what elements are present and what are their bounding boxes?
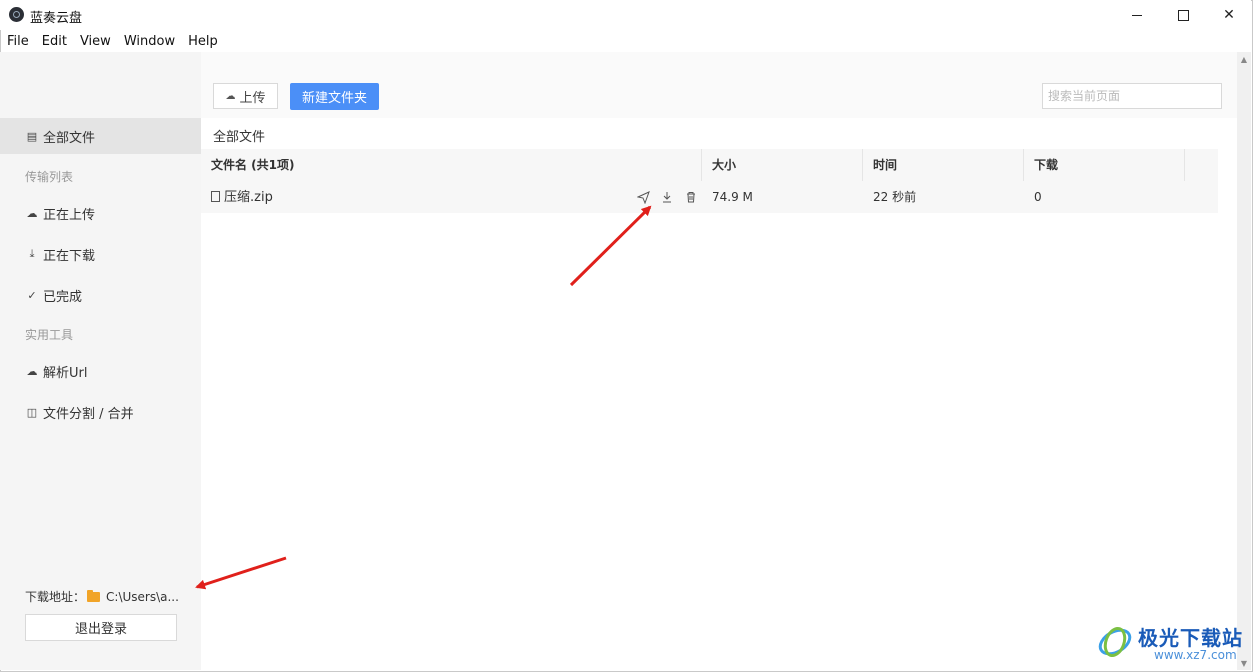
close-button[interactable]: ✕ (1206, 0, 1252, 30)
watermark-logo-icon (1098, 626, 1132, 658)
sidebar-item-split-merge[interactable]: ◫ 文件分割 / 合并 (0, 394, 201, 430)
row-actions (631, 181, 703, 213)
upload-button[interactable]: ☁ 上传 (213, 83, 278, 109)
close-icon: ✕ (1223, 7, 1235, 23)
watermark: 极光下载站 www.xz7.com (1094, 618, 1244, 668)
toolbar: ☁ 上传 新建文件夹 (201, 52, 1237, 118)
file-icon (211, 191, 220, 202)
cell-time: 22 秒前 (873, 190, 917, 204)
sidebar-item-downloading[interactable]: ⤓ 正在下载 (0, 236, 201, 272)
menu-file[interactable]: File (0, 32, 35, 52)
sidebar-item-parse-url[interactable]: ☁ 解析Url (0, 353, 201, 389)
sidebar-item-label: 解析Url (43, 365, 88, 381)
column-header-time[interactable]: 时间 (863, 149, 1024, 181)
sidebar-item-label: 正在上传 (43, 207, 96, 223)
table-row[interactable]: 压缩.zip 74.9 M 22 秒前 0 (201, 181, 1218, 213)
table-header: 文件名 (共1项) 大小 时间 下载 (201, 149, 1218, 182)
download-icon[interactable] (655, 187, 679, 207)
download-icon: ⤓ (29, 247, 35, 260)
sidebar-item-label: 正在下载 (43, 248, 96, 264)
cell-name: 压缩.zip (201, 181, 631, 213)
minimize-button[interactable] (1114, 0, 1160, 30)
cloud-icon: ☁ (26, 364, 38, 378)
file-icon: ▤ (26, 129, 38, 143)
menu-bar: File Edit View Window Help (0, 32, 224, 52)
sidebar-item-label: 全部文件 (43, 130, 96, 146)
check-circle-icon: ✓ (27, 288, 37, 302)
download-path-value[interactable]: C:\Users\a... (106, 590, 179, 604)
sidebar-group-tools: 实用工具 (25, 328, 74, 342)
scroll-up-icon[interactable]: ▲ (1237, 52, 1251, 66)
upload-cloud-icon: ☁ (225, 90, 236, 102)
logout-button[interactable]: 退出登录 (25, 614, 177, 641)
upload-cloud-icon: ☁ (26, 206, 38, 220)
sidebar-group-transfer: 传输列表 (25, 170, 74, 184)
app-logo-icon (9, 7, 24, 22)
search-input[interactable] (1042, 83, 1222, 109)
column-header-name[interactable]: 文件名 (共1项) (201, 149, 702, 181)
folder-icon (87, 589, 101, 602)
download-path-label: 下载地址： (25, 590, 86, 604)
cell-downloads: 0 (1034, 190, 1042, 204)
sidebar: ▤ 全部文件 传输列表 ☁ 正在上传 ⤓ 正在下载 ✓ 已完成 实用工具 ☁ 解… (0, 52, 201, 670)
minimize-icon (1132, 14, 1142, 16)
delete-icon[interactable] (679, 187, 703, 207)
share-icon[interactable] (631, 187, 655, 207)
cell-size: 74.9 M (712, 190, 753, 204)
column-header-downloads[interactable]: 下载 (1024, 149, 1185, 181)
sidebar-item-label: 文件分割 / 合并 (43, 406, 134, 422)
sidebar-item-completed[interactable]: ✓ 已完成 (0, 277, 201, 313)
maximize-button[interactable] (1160, 0, 1206, 30)
menu-help[interactable]: Help (181, 32, 224, 52)
title-bar: 蓝奏云盘 ✕ (0, 0, 1251, 30)
new-folder-button[interactable]: 新建文件夹 (290, 83, 379, 110)
watermark-text: 极光下载站 (1138, 626, 1243, 650)
column-header-size[interactable]: 大小 (702, 149, 863, 181)
sidebar-item-uploading[interactable]: ☁ 正在上传 (0, 195, 201, 231)
split-icon: ◫ (26, 405, 38, 419)
maximize-icon (1177, 9, 1189, 21)
file-name[interactable]: 压缩.zip (224, 190, 273, 205)
download-path: 下载地址： C:\Users\a... (25, 588, 179, 605)
scrollbar[interactable]: ▲ ▼ (1237, 52, 1251, 670)
menu-edit[interactable]: Edit (35, 32, 73, 52)
app-title: 蓝奏云盘 (30, 11, 83, 26)
sidebar-item-label: 已完成 (43, 289, 83, 305)
breadcrumb[interactable]: 全部文件 (213, 126, 265, 145)
upload-label: 上传 (239, 90, 266, 106)
menu-window[interactable]: Window (117, 32, 181, 52)
sidebar-item-all-files[interactable]: ▤ 全部文件 (0, 118, 201, 154)
menu-view[interactable]: View (73, 32, 117, 52)
watermark-url: www.xz7.com (1154, 648, 1237, 662)
main-panel: ☁ 上传 新建文件夹 全部文件 文件名 (共1项) 大小 时间 下载 压缩.zi… (201, 52, 1237, 670)
